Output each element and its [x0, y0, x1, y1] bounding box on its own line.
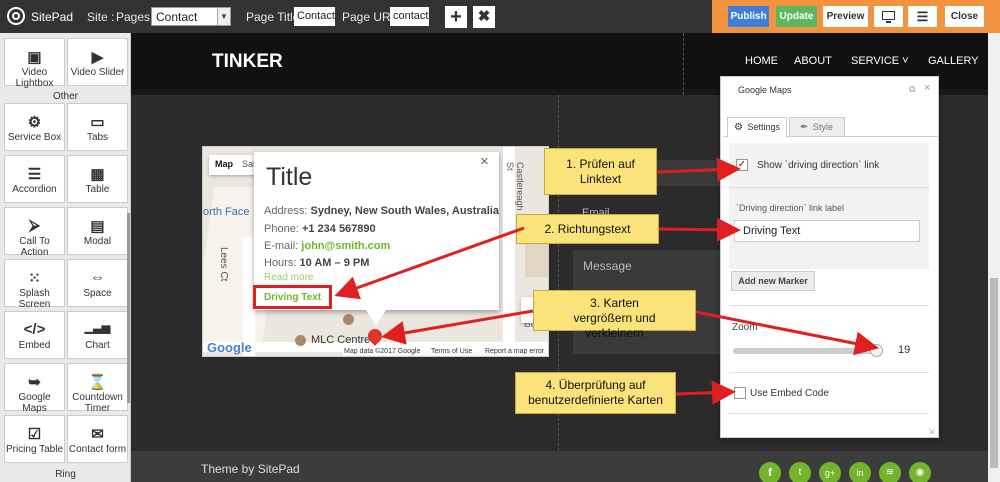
arrow-note4-to-embed	[675, 380, 736, 405]
arrow-note1-to-checkbox	[656, 157, 741, 182]
arrow-note3-to-marker	[381, 309, 534, 345]
arrow-note3-to-slider	[695, 310, 879, 356]
arrow-note2-to-input	[658, 217, 741, 242]
arrow-note2-to-link	[334, 226, 525, 300]
callout-arrows	[334, 157, 879, 405]
